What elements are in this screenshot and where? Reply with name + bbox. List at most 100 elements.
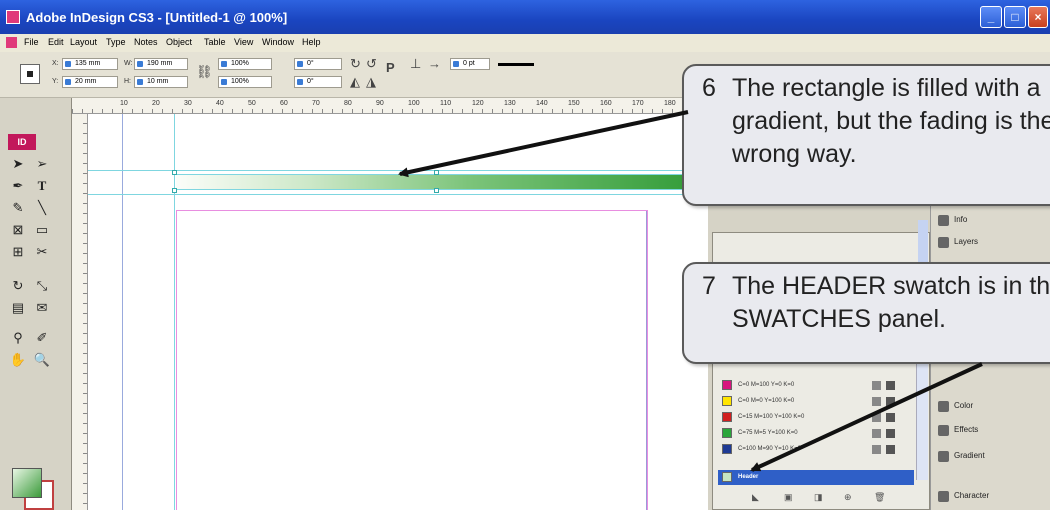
select-next-icon[interactable]: → [428,56,441,71]
show-all-icon[interactable]: ◣ [752,492,759,503]
h-field[interactable]: 10 mm [134,76,188,88]
swatch-label: C=0 M=100 Y=0 K=0 [738,382,795,388]
delete-swatch-icon[interactable]: 🗑 [874,492,885,503]
x-field[interactable]: 135 mm [62,58,118,70]
dock-gradient[interactable]: Gradient [936,446,1046,466]
flip-horizontal-icon[interactable]: ◭ [350,74,360,90]
ruler-number: 20 [152,100,160,107]
selection-handle[interactable] [434,188,439,193]
show-gradient-icon[interactable]: ◨ [814,492,823,503]
frame-tool-icon[interactable]: ⊠ [8,220,28,240]
zoom-tool-icon[interactable]: 🔍 [32,350,52,370]
y-field[interactable]: 20 mm [62,76,118,88]
select-container-icon[interactable]: ⊥ [410,56,421,72]
swatches-scrollbar[interactable] [916,360,928,480]
menu-edit[interactable]: Edit [48,37,64,47]
dock-effects[interactable]: Effects [936,420,1046,440]
rotate-ccw-icon[interactable]: ↺ [366,56,377,72]
scissors-tool-icon[interactable]: ✂ [32,242,52,262]
menu-table[interactable]: Table [204,37,226,47]
menu-view[interactable]: View [234,37,253,47]
pen-tool-icon[interactable]: ✒ [8,176,28,196]
swatch-row[interactable]: C=15 M=100 Y=100 K=0 [718,410,914,425]
maximize-button[interactable]: □ [1004,6,1026,28]
menu-notes[interactable]: Notes [134,37,158,47]
tools-panel: ID ➤ ➢ ✒ T ✎ ╲ ⊠ ▭ ⊞ ✂ ↻ ⤡ ▤ ✉ ⚲ ✐ ✋ 🔍 [0,98,72,510]
info-icon [938,215,949,226]
menu-object[interactable]: Object [166,37,192,47]
stroke-style-line[interactable] [498,63,534,66]
selection-handle[interactable] [172,188,177,193]
vertical-ruler[interactable] [72,114,88,510]
stroke-weight-field[interactable]: 0 pt [450,58,490,70]
eyedropper-tool-icon[interactable]: ⚲ [8,328,28,348]
swatch-row[interactable]: C=0 M=0 Y=100 K=0 [718,394,914,409]
close-button[interactable]: × [1028,6,1048,28]
callout-text: gradient, but the fading is the [732,107,1050,135]
gradient-rectangle[interactable] [176,174,708,190]
swatch-label: Header [738,474,759,480]
menu-bar: File Edit Layout Type Notes Object Table… [0,34,1050,52]
ruler-number: 80 [344,100,352,107]
cmyk-icon [872,429,881,438]
swatch-chip [722,380,732,390]
measure-tool-icon[interactable]: ✐ [32,328,52,348]
scale-tool-icon[interactable]: ⤡ [32,276,52,296]
header-swatch-row[interactable]: Header [718,470,914,485]
process-icon [886,429,895,438]
cmyk-icon [872,397,881,406]
dock-info[interactable]: Info [936,210,1046,230]
hand-tool-icon[interactable]: ✋ [8,350,28,370]
dock-layers[interactable]: Layers [936,232,1046,252]
ruler-number: 120 [472,100,484,107]
gradient-tool-icon[interactable]: ▤ [8,298,28,318]
y-label: Y: [52,78,59,85]
button-tool-icon[interactable]: ⊞ [8,242,28,262]
constrain-link-icon[interactable]: ⛓ [196,64,213,80]
new-swatch-icon[interactable]: ⊕ [844,492,852,503]
reference-point-icon[interactable] [20,64,40,84]
window-title: Adobe InDesign CS3 - [Untitled-1 @ 100%] [26,10,288,25]
rotate-tool-icon[interactable]: ↻ [8,276,28,296]
note-tool-icon[interactable]: ✉ [32,298,52,318]
type-tool-icon[interactable]: T [32,176,52,196]
menu-type[interactable]: Type [106,37,126,47]
rotate-field[interactable]: 0° [294,58,342,70]
document-canvas[interactable] [88,114,708,510]
swatch-row[interactable]: C=0 M=100 Y=0 K=0 [718,378,914,393]
paragraph-icon[interactable]: P [386,60,395,75]
fill-swatch[interactable] [12,468,42,498]
page-margin-box [176,210,648,510]
ruler-number: 180 [664,100,676,107]
rectangle-tool-icon[interactable]: ▭ [32,220,52,240]
ruler-number: 60 [280,100,288,107]
show-color-icon[interactable]: ▣ [784,492,793,503]
scale-y-field[interactable]: 100% [218,76,272,88]
w-field[interactable]: 190 mm [134,58,188,70]
process-icon [886,381,895,390]
swatch-row[interactable]: C=75 M=5 Y=100 K=0 [718,426,914,441]
gradient-icon [938,451,949,462]
dock-color[interactable]: Color [936,396,1046,416]
menu-file[interactable]: File [24,37,39,47]
menu-window[interactable]: Window [262,37,294,47]
menu-layout[interactable]: Layout [70,37,97,47]
pencil-tool-icon[interactable]: ✎ [8,198,28,218]
indesign-logo: ID [8,134,36,150]
minimize-button[interactable]: _ [980,6,1002,28]
flip-vertical-icon[interactable]: ◮ [366,74,376,90]
shear-field[interactable]: 0° [294,76,342,88]
selection-handle[interactable] [172,170,177,175]
rotate-cw-icon[interactable]: ↻ [350,56,361,72]
line-tool-icon[interactable]: ╲ [32,198,52,218]
selection-handle[interactable] [434,170,439,175]
character-icon [938,491,949,502]
selection-tool-icon[interactable]: ➤ [8,154,28,174]
swatch-row[interactable]: C=100 M=90 Y=10 K=0 [718,442,914,457]
dock-character[interactable]: Character [936,486,1046,506]
scale-x-field[interactable]: 100% [218,58,272,70]
guide-line [88,170,708,171]
menu-help[interactable]: Help [302,37,321,47]
callout-text: The HEADER swatch is in the [732,272,1050,300]
direct-selection-tool-icon[interactable]: ➢ [32,154,52,174]
